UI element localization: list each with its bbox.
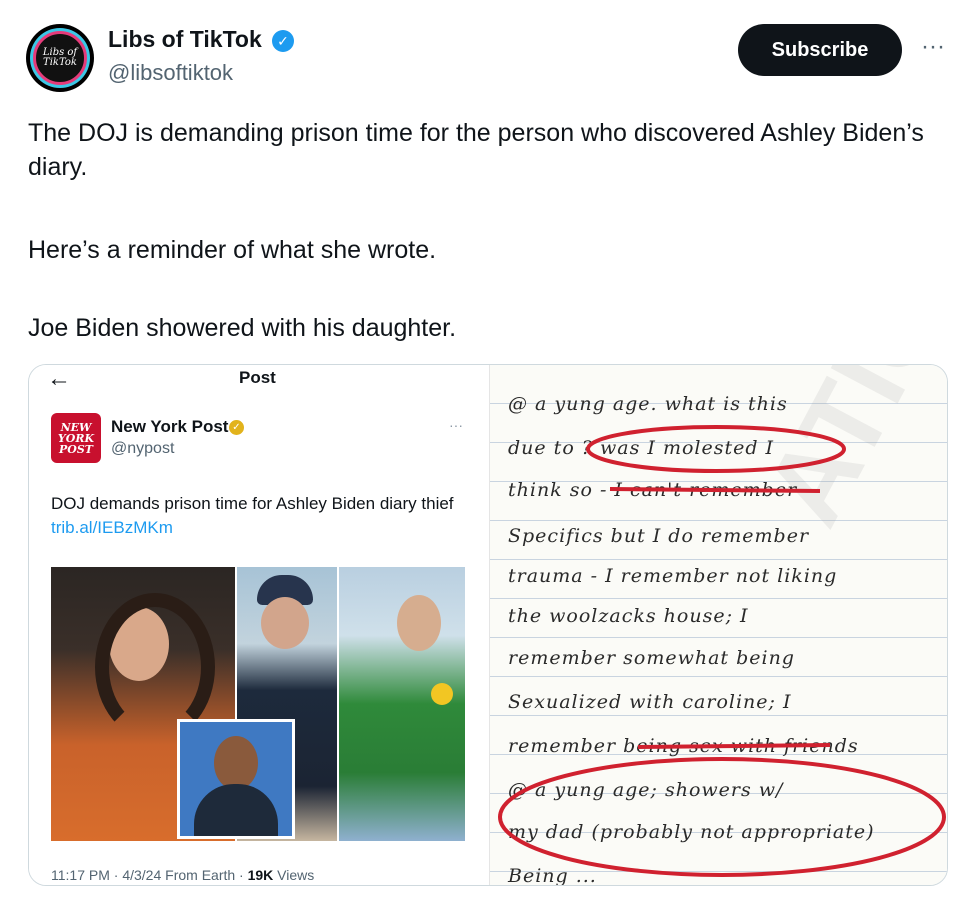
red-annotation-overlay xyxy=(498,425,946,877)
embedded-author-handle: @nypost xyxy=(111,440,175,457)
gold-verified-badge-icon: ✓ xyxy=(229,420,244,435)
post-text-line-2: Here’s a reminder of what she wrote. xyxy=(28,236,437,264)
post-text-line-1: The DOJ is demanding prison time for the… xyxy=(28,119,924,181)
embedded-post-text-body: DOJ demands prison time for Ashley Biden… xyxy=(51,494,454,513)
author-avatar[interactable]: Libs of TikTok xyxy=(26,24,94,92)
photo-face xyxy=(214,736,258,790)
author-name[interactable]: Libs of TikTok xyxy=(108,26,262,53)
more-options-icon[interactable]: ··· xyxy=(916,30,950,64)
embedded-post-link: trib.al/IEBzMKm xyxy=(51,518,173,537)
red-circle-showers xyxy=(498,757,946,877)
embedded-more-icon: ··· xyxy=(449,417,463,433)
embedded-views-label: Views xyxy=(273,867,315,883)
embedded-post-screenshot: ← Post NEW YORK POST New York Post ✓ @ny… xyxy=(29,365,489,885)
red-circle-molested xyxy=(586,425,846,473)
red-strikethrough-1 xyxy=(609,487,821,493)
avatar-logo: Libs of TikTok xyxy=(33,31,87,85)
photo-woman-green-sweater xyxy=(339,567,465,841)
avatar-logo-text: Libs of TikTok xyxy=(42,47,78,68)
embedded-timestamp: 11:17 PM · 4/3/24 From Earth · 19K Views xyxy=(51,867,314,883)
subscribe-button[interactable]: Subscribe xyxy=(738,24,902,76)
smiley-face-icon xyxy=(431,683,453,705)
embedded-time-date: 11:17 PM · 4/3/24 From Earth · xyxy=(51,867,248,883)
author-handle[interactable]: @libsoftiktok xyxy=(108,60,233,86)
photo-face xyxy=(397,595,441,651)
diary-page-image: ATION @ a yung age. what is this due to … xyxy=(489,365,947,885)
photo-suit xyxy=(194,784,278,836)
embedded-post-text: DOJ demands prison time for Ashley Biden… xyxy=(51,492,471,540)
photo-man-inset xyxy=(177,719,295,839)
post-text-line-3: Joe Biden showered with his daughter. xyxy=(28,314,457,342)
red-strikethrough-2 xyxy=(637,743,831,749)
embedded-author-name: New York Post xyxy=(111,417,229,436)
photo-face xyxy=(261,597,309,649)
back-arrow-icon: ← xyxy=(47,365,71,392)
embedded-views-count: 19K xyxy=(247,867,274,883)
embedded-header-title: Post xyxy=(239,368,276,387)
verified-badge-icon: ✓ xyxy=(272,30,294,52)
nypost-logo: NEW YORK POST xyxy=(51,413,101,463)
post-media-image[interactable]: ← Post NEW YORK POST New York Post ✓ @ny… xyxy=(28,364,948,886)
